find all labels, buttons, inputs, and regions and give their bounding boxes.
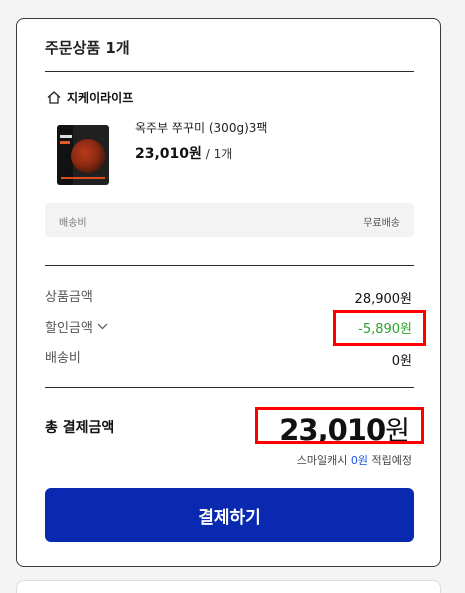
product-quantity: / 1개: [201, 147, 233, 161]
points-amount: 0원: [350, 454, 369, 467]
order-title: 주문상품 1개: [45, 39, 130, 57]
divider: [45, 265, 414, 266]
product-price: 23,010원 / 1개: [135, 143, 232, 163]
highlight-box-discount: [333, 310, 426, 346]
points-prefix: 스마일캐시: [296, 454, 351, 467]
order-summary-card: 주문상품 1개 지케이라이프 옥주부 쭈꾸미 (300g)3팩 23,010원 …: [16, 18, 441, 567]
seller-name: 지케이라이프: [67, 91, 134, 105]
product-amount-value: 28,900원: [354, 292, 412, 307]
shipping-value: 0원: [391, 354, 412, 369]
shipping-box-label: 배송비: [59, 218, 87, 229]
shipping-box-value: 무료배송: [363, 218, 400, 229]
divider: [45, 71, 414, 72]
smile-cash-points: 스마일캐시 0원 적립예정: [297, 452, 412, 468]
total-label: 총 결제금액: [45, 420, 115, 436]
shipping-info-box: 배송비 무료배송: [45, 203, 414, 237]
shipping-label: 배송비: [45, 351, 81, 366]
seller-link[interactable]: 지케이라이프: [47, 89, 133, 106]
next-section-card: [16, 580, 441, 593]
product-price-value: 23,010: [135, 146, 190, 162]
chevron-down-icon: [97, 319, 108, 334]
product-thumbnail[interactable]: [57, 125, 109, 185]
points-suffix: 적립예정: [368, 454, 413, 467]
product-amount-label: 상품금액: [45, 290, 93, 305]
divider: [45, 387, 414, 388]
highlight-box-total: [255, 407, 424, 444]
pay-button[interactable]: 결제하기: [45, 488, 414, 542]
home-icon: [47, 91, 61, 104]
product-price-unit: 원: [189, 146, 202, 162]
discount-toggle[interactable]: 할인금액: [45, 317, 108, 336]
discount-label: 할인금액: [45, 321, 93, 336]
product-name[interactable]: 옥주부 쭈꾸미 (300g)3팩: [135, 119, 267, 136]
